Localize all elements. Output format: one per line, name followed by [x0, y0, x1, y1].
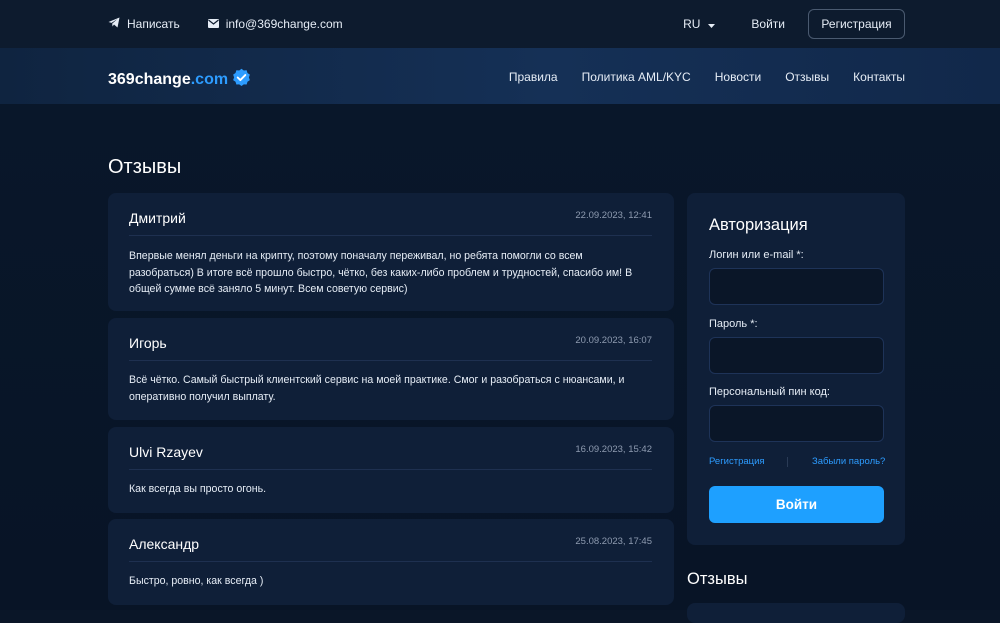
sidebar-reviews-card	[687, 603, 905, 623]
write-link[interactable]: Написать	[108, 17, 180, 31]
logo-main: 369change	[108, 71, 191, 88]
login-label: Логин или e-mail *:	[709, 249, 804, 261]
nav-item-contacts[interactable]: Контакты	[853, 70, 905, 84]
review-date: 25.08.2023, 17:45	[575, 536, 652, 547]
register-link[interactable]: Регистрация	[709, 456, 765, 467]
nav-item-aml-kyc[interactable]: Политика AML/KYC	[582, 70, 691, 84]
mail-icon	[207, 17, 219, 31]
login-submit-button[interactable]: Войти	[709, 486, 884, 523]
language-selector[interactable]: RU	[683, 17, 716, 31]
review-card: Игорь 20.09.2023, 16:07 Всё чётко. Самый…	[108, 318, 674, 420]
review-divider	[129, 561, 652, 562]
pin-label: Персональный пин код:	[709, 386, 830, 398]
review-author: Ulvi Rzayev	[129, 444, 203, 460]
review-text: Быстро, ровно, как всегда )	[129, 575, 264, 587]
review-card: Александр 25.08.2023, 17:45 Быстро, ровн…	[108, 519, 674, 605]
review-author: Дмитрий	[129, 210, 186, 226]
review-date: 22.09.2023, 12:41	[575, 210, 652, 221]
login-link[interactable]: Войти	[751, 17, 785, 31]
verified-badge-icon	[232, 68, 251, 92]
forgot-password-link[interactable]: Забыли пароль?	[812, 456, 885, 467]
page-title: Отзывы	[108, 156, 182, 178]
review-divider	[129, 469, 652, 470]
main-menu: Правила Политика AML/KYC Новости Отзывы …	[509, 70, 905, 84]
links-separator	[787, 457, 788, 467]
login-input[interactable]	[709, 268, 884, 305]
write-label: Написать	[127, 17, 180, 31]
telegram-icon	[108, 17, 120, 31]
top-bar: Написать info@369change.com RU Войти Рег…	[0, 0, 1000, 48]
password-input[interactable]	[709, 337, 884, 374]
review-divider	[129, 235, 652, 236]
sidebar-reviews-title: Отзывы	[687, 570, 748, 588]
nav-item-news[interactable]: Новости	[715, 70, 761, 84]
language-value: RU	[683, 17, 701, 31]
review-card: Дмитрий 22.09.2023, 12:41 Впервые менял …	[108, 193, 674, 311]
logo-tld: .com	[190, 71, 229, 88]
review-card: Ulvi Rzayev 16.09.2023, 15:42 Как всегда…	[108, 427, 674, 513]
review-text: Как всегда вы просто огонь.	[129, 483, 267, 495]
auth-title: Авторизация	[709, 216, 808, 234]
top-bar-contacts: Написать info@369change.com	[108, 0, 343, 48]
email-text: info@369change.com	[225, 17, 343, 31]
register-button[interactable]: Регистрация	[808, 9, 905, 39]
review-author: Александр	[129, 536, 200, 552]
logo[interactable]: 369change .com	[108, 68, 251, 92]
review-divider	[129, 360, 652, 361]
auth-panel: Авторизация Логин или e-mail *: Пароль *…	[687, 193, 905, 545]
email-link[interactable]: info@369change.com	[207, 17, 343, 31]
top-bar-actions: RU Войти Регистрация	[683, 0, 905, 48]
review-text: Всё чётко. Самый быстрый клиентский серв…	[129, 374, 625, 403]
review-date: 16.09.2023, 15:42	[575, 444, 652, 455]
review-author: Игорь	[129, 335, 167, 351]
review-text: Впервые менял деньги на крипту, поэтому …	[129, 250, 633, 295]
nav-item-rules[interactable]: Правила	[509, 70, 558, 84]
chevron-down-icon	[708, 17, 716, 31]
review-date: 20.09.2023, 16:07	[575, 335, 652, 346]
password-label: Пароль *:	[709, 318, 758, 330]
pin-input[interactable]	[709, 405, 884, 442]
nav-item-reviews[interactable]: Отзывы	[785, 70, 829, 84]
